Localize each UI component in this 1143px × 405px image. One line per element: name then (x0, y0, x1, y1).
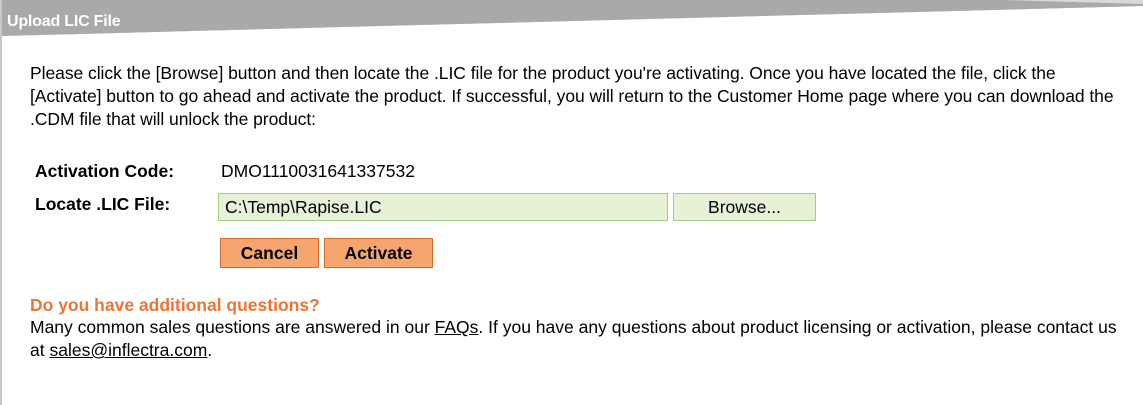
activate-button[interactable]: Activate (324, 238, 433, 268)
questions-text-part-1: Many common sales questions are answered… (30, 317, 435, 337)
cancel-button[interactable]: Cancel (220, 238, 319, 268)
instructions-text: Please click the [Browse] button and the… (30, 63, 1114, 129)
faqs-link[interactable]: FAQs (435, 317, 479, 337)
browse-button[interactable]: Browse... (673, 193, 816, 221)
locate-file-label: Locate .LIC File: (35, 194, 171, 214)
questions-heading: Do you have additional questions? (30, 295, 320, 315)
sales-email-link[interactable]: sales@inflectra.com (49, 340, 207, 360)
questions-text: Many common sales questions are answered… (30, 316, 1135, 362)
activation-code-value: DMO1110031641337532 (221, 161, 415, 181)
questions-text-part-3: . (207, 340, 213, 360)
header-bar-shape (2, 0, 1143, 36)
lic-file-path-field[interactable]: C:\Temp\Rapise.LIC (218, 193, 668, 221)
panel-header: Upload LIC File (2, 0, 1143, 40)
activation-code-label: Activation Code: (35, 161, 175, 181)
panel-title: Upload LIC File (7, 13, 121, 30)
upload-lic-panel: Upload LIC File Please click the [Browse… (0, 0, 1143, 405)
